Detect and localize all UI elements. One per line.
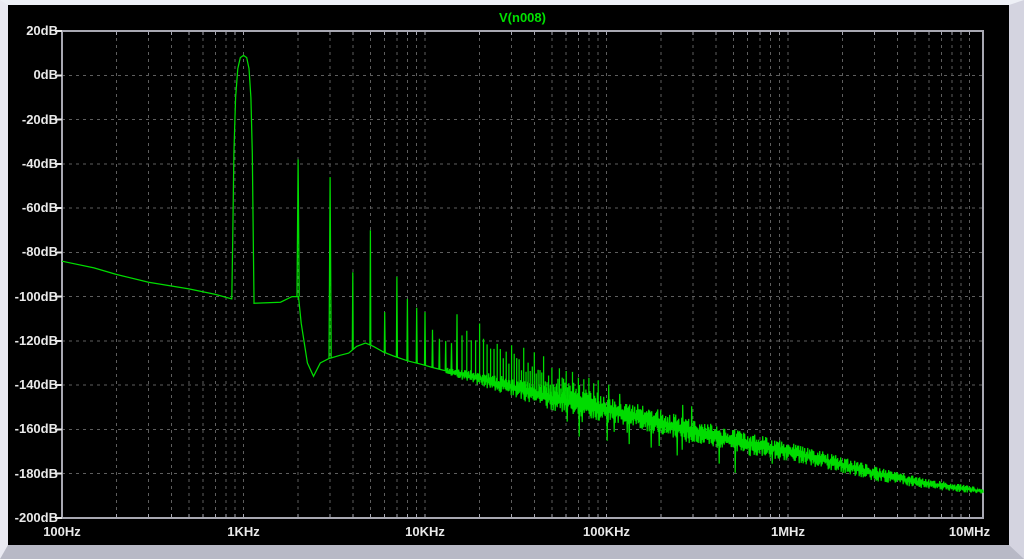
x-axis-label: 100Hz [17, 524, 107, 539]
fft-chart-svg [8, 5, 1009, 545]
y-axis-label: -80dB [8, 245, 58, 259]
y-axis-label: -100dB [8, 290, 58, 304]
x-axis-label: 10KHz [380, 524, 470, 539]
x-axis-label: 100KHz [561, 524, 651, 539]
y-axis-label: 20dB [8, 24, 58, 38]
y-axis-label: 0dB [8, 68, 58, 82]
plot-area[interactable] [62, 31, 983, 518]
plot-pane: V(n008) 20dB0dB-20dB-40dB-60dB-80dB-100d… [0, 0, 1024, 559]
grid-lines [62, 31, 983, 518]
y-axis-label: -120dB [8, 334, 58, 348]
fft-trace[interactable] [62, 55, 983, 493]
y-axis-label: -200dB [8, 511, 58, 525]
x-axis-label: 10MHz [924, 524, 1014, 539]
x-axis-label: 1KHz [198, 524, 288, 539]
y-axis-label: -40dB [8, 157, 58, 171]
y-tick-marks [55, 31, 62, 518]
y-axis-label: -20dB [8, 113, 58, 127]
y-axis-label: -140dB [8, 378, 58, 392]
y-axis-label: -160dB [8, 422, 58, 436]
y-axis-label: -60dB [8, 201, 58, 215]
x-axis-label: 1MHz [743, 524, 833, 539]
axis-tick-marks [117, 31, 970, 518]
y-axis-label: -180dB [8, 467, 58, 481]
